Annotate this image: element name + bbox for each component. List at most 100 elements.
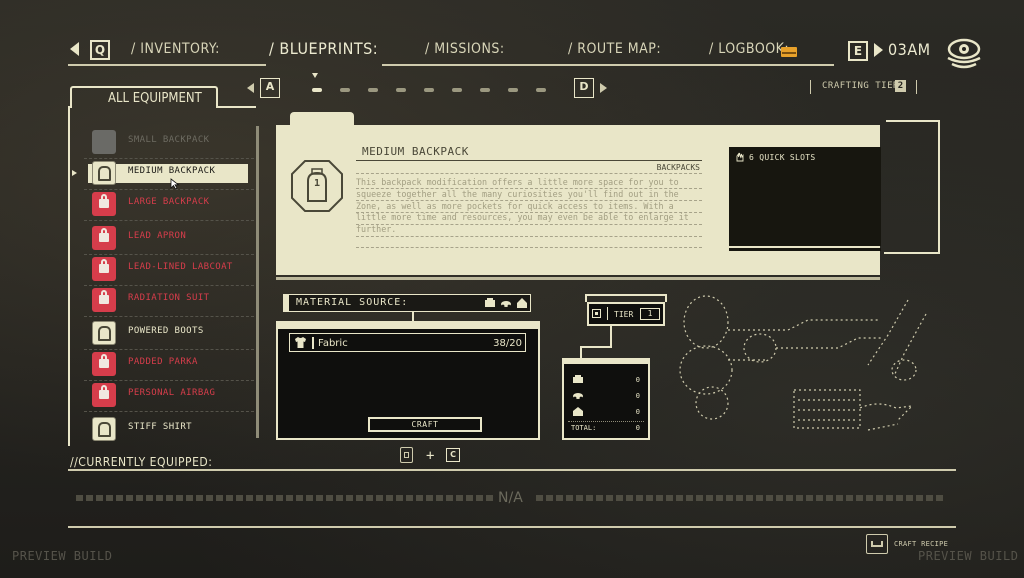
container-icon (573, 375, 583, 383)
equipment-item[interactable]: SMALL BACKPACK (92, 130, 252, 154)
dash-line (356, 188, 702, 189)
tab-missions[interactable]: / MISSIONS: (425, 41, 505, 57)
card-frame-top (886, 120, 940, 122)
page-right-key[interactable]: D (574, 78, 594, 98)
placeholder-bar (536, 495, 946, 501)
source-count-house: 0 (635, 408, 640, 416)
tier-label: TIER (614, 310, 634, 319)
item-description: This backpack modification offers a litt… (356, 177, 689, 235)
tier-value: 1 (640, 308, 660, 320)
list-separator (84, 349, 254, 350)
row-divider (312, 337, 314, 349)
total-value: 0 (635, 424, 640, 432)
equipment-item-label: LEAD APRON (128, 231, 187, 241)
equipped-bottom-line (68, 526, 956, 528)
prev-tab-key[interactable]: Q (90, 40, 110, 60)
equipment-item-label: LEAD-LINED LABCOAT (128, 262, 233, 272)
page-dot[interactable] (312, 88, 322, 92)
recipe-book-icon[interactable] (400, 447, 413, 463)
lock-icon (92, 226, 116, 250)
total-divider (568, 421, 644, 422)
tier-checkbox (592, 309, 601, 318)
divider (916, 80, 917, 94)
list-separator (84, 316, 254, 317)
material-source-icons (485, 298, 527, 308)
page-dot[interactable] (536, 88, 546, 92)
item-category: BACKPACKS (656, 163, 700, 172)
tab-inventory[interactable]: / INVENTORY: (131, 41, 220, 57)
material-source-accent (283, 294, 289, 312)
equipment-item[interactable]: STIFF SHIRT (92, 417, 252, 441)
equipment-item-icon (92, 321, 116, 345)
page-dot[interactable] (452, 88, 462, 92)
stat-panel-underline (729, 248, 881, 251)
hand-icon (736, 152, 744, 162)
tab-underline (382, 64, 834, 66)
lock-icon (92, 288, 116, 312)
card-shadow-line (276, 277, 880, 280)
shirt-icon (295, 337, 306, 348)
equipment-item[interactable]: LEAD APRON (92, 226, 252, 250)
page-dot[interactable] (368, 88, 378, 92)
equipment-item[interactable]: PADDED PARKA (92, 352, 252, 376)
card-frame-bottom (884, 252, 940, 254)
equipment-item-icon (92, 161, 116, 185)
detail-card-tab (290, 112, 354, 128)
list-separator (84, 380, 254, 381)
combo-key-c[interactable]: C (446, 448, 460, 462)
equipment-item-label: SMALL BACKPACK (128, 135, 210, 145)
currently-equipped-label: //CURRENTLY EQUIPPED: (70, 455, 213, 469)
material-source-label: MATERIAL SOURCE: (296, 297, 409, 308)
page-dot[interactable] (340, 88, 350, 92)
backpack-icon-number: 1 (314, 178, 321, 189)
car-icon (573, 393, 583, 400)
equipment-item[interactable]: LEAD-LINED LABCOAT (92, 257, 252, 281)
tab-underline (68, 64, 266, 66)
material-amount: 38/20 (493, 338, 522, 349)
dash-line (356, 212, 702, 213)
list-separator (84, 158, 254, 159)
sources-connector (610, 326, 612, 346)
spacebar-key-icon[interactable] (866, 534, 888, 554)
prev-tab-arrow-icon[interactable] (70, 42, 79, 56)
sources-connector (580, 346, 582, 358)
card-frame-right (938, 120, 940, 254)
dash-divider (356, 173, 702, 174)
page-dot[interactable] (508, 88, 518, 92)
lock-icon (92, 257, 116, 281)
equipment-item-label: LARGE BACKPACK (128, 197, 210, 207)
crafting-tier-value: 2 (895, 80, 906, 92)
source-count-container: 0 (635, 376, 640, 384)
dash-line (356, 224, 702, 225)
lock-icon (92, 352, 116, 376)
tab-blueprints[interactable]: / BLUEPRINTS: (269, 39, 378, 58)
clock-time: 03AM (888, 40, 931, 59)
equipment-item-label: PERSONAL AIRBAG (128, 388, 216, 398)
page-left-key[interactable]: A (260, 78, 280, 98)
equipment-item[interactable]: RADIATION SUIT (92, 288, 252, 312)
page-left-arrow-icon[interactable] (247, 83, 254, 93)
tab-route-map[interactable]: / ROUTE MAP: (568, 41, 661, 57)
crafting-tier-label: CRAFTING TIER (822, 81, 899, 91)
tab-logbook[interactable]: / LOGBOOK: (709, 41, 789, 57)
list-separator (84, 411, 254, 412)
page-dot[interactable] (424, 88, 434, 92)
next-tab-arrow-icon[interactable] (874, 43, 883, 57)
equipment-item[interactable]: POWERED BOOTS (92, 321, 252, 345)
equipment-item[interactable]: LARGE BACKPACK (92, 192, 252, 216)
page-right-arrow-icon[interactable] (600, 83, 607, 93)
active-page-marker-icon (312, 73, 318, 78)
equipment-item-label: PADDED PARKA (128, 357, 198, 367)
list-scrollbar[interactable] (256, 126, 259, 438)
equipment-item-label: MEDIUM BACKPACK (128, 166, 216, 176)
lock-icon (92, 383, 116, 407)
page-dot[interactable] (480, 88, 490, 92)
page-dot[interactable] (396, 88, 406, 92)
equipped-top-line (68, 469, 956, 471)
equipment-item[interactable]: PERSONAL AIRBAG (92, 383, 252, 407)
craft-button[interactable]: CRAFT (368, 417, 482, 432)
eye-icon[interactable] (944, 36, 984, 72)
plus-sign: + (426, 448, 435, 464)
next-tab-key[interactable]: E (848, 41, 868, 61)
list-frame-left (68, 106, 70, 446)
